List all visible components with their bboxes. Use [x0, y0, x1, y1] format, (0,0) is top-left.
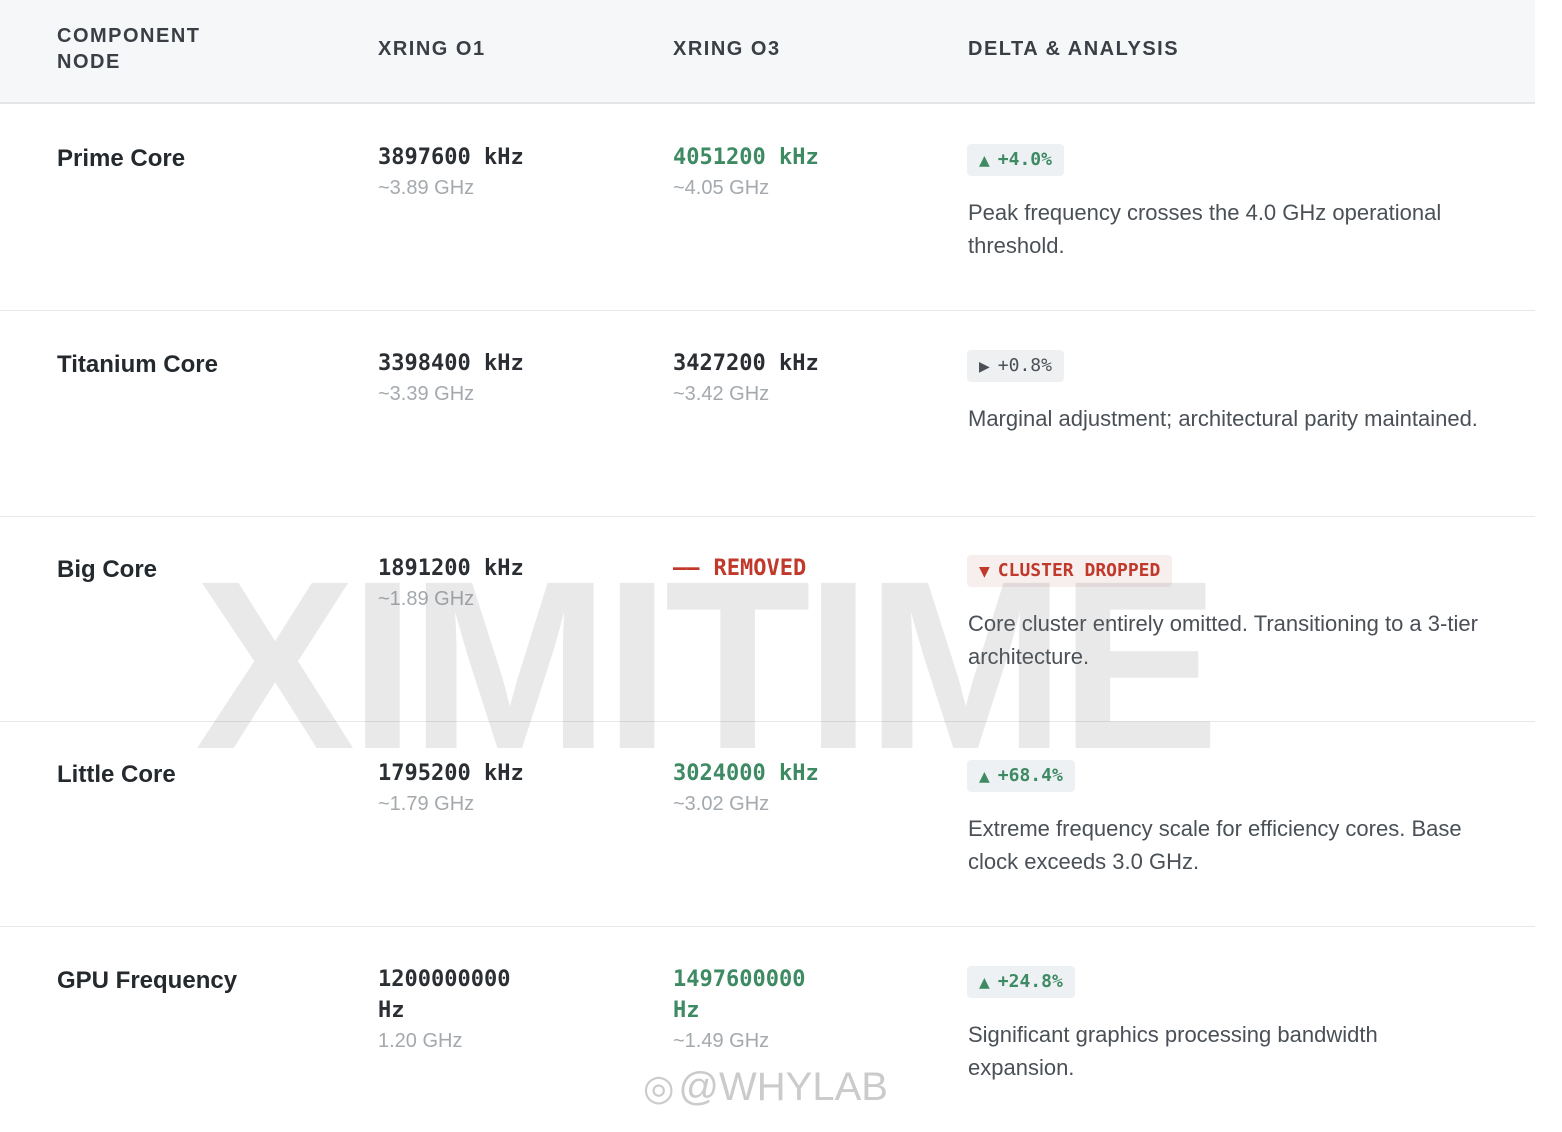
- analysis-note: Core cluster entirely omitted. Transitio…: [968, 611, 1478, 669]
- delta-badge: ▲ +4.0%: [967, 144, 1064, 176]
- removed-dash: ——: [673, 556, 700, 581]
- o3-frequency: 3024000 kHz: [673, 761, 819, 786]
- header-xring-o1: XRING O1: [378, 38, 486, 60]
- o1-ghz: ~3.89 GHz: [378, 177, 475, 199]
- analysis-note: Extreme frequency scale for efficiency c…: [968, 816, 1462, 874]
- o1-ghz: 1.20 GHz: [378, 1030, 463, 1052]
- o1-value: 1891200 kHz ~1.89 GHz: [378, 553, 578, 614]
- o3-value: 3427200 kHz ~3.42 GHz: [673, 348, 873, 409]
- o3-frequency: 4051200 kHz: [673, 145, 819, 170]
- table-row-titanium-core: Titanium Core 3398400 kHz ~3.39 GHz 3427…: [0, 310, 1535, 517]
- table-row-prime-core: Prime Core 3897600 kHz ~3.89 GHz 4051200…: [0, 104, 1535, 311]
- header-xring-o3: XRING O3: [673, 38, 781, 60]
- o1-frequency: 1891200 kHz: [378, 556, 524, 581]
- o3-frequency: 3427200 kHz: [673, 351, 819, 376]
- row-name: Big Core: [57, 556, 158, 583]
- arrow-up-icon: ▲: [979, 975, 990, 991]
- o1-ghz: ~1.89 GHz: [378, 588, 475, 610]
- o1-ghz: ~1.79 GHz: [378, 793, 475, 815]
- delta-badge: ▲ +24.8%: [967, 966, 1075, 998]
- analysis-note: Significant graphics processing bandwidt…: [968, 1022, 1378, 1080]
- o3-ghz: ~3.02 GHz: [673, 793, 770, 815]
- delta-percent: +4.0%: [997, 149, 1052, 170]
- header-delta-analysis: DELTA & ANALYSIS: [968, 38, 1180, 60]
- row-name: GPU Frequency: [57, 967, 238, 994]
- o3-value-removed: —— REMOVED: [673, 553, 823, 584]
- row-name: Little Core: [57, 761, 176, 788]
- o1-frequency: 1200000000 Hz: [378, 967, 511, 1023]
- o3-ghz: ~3.42 GHz: [673, 383, 770, 405]
- o3-value: 1497600000 Hz ~1.49 GHz: [673, 964, 823, 1056]
- arrow-up-icon: ▲: [979, 153, 990, 169]
- analysis-note: Peak frequency crosses the 4.0 GHz opera…: [968, 200, 1442, 258]
- weibo-logo-icon: ◎: [643, 1067, 675, 1108]
- row-name: Titanium Core: [57, 351, 218, 378]
- arrow-right-icon: ▶: [979, 359, 990, 375]
- o3-ghz: ~1.49 GHz: [673, 1030, 770, 1052]
- credit-watermark: ◎ @WHYLAB: [643, 1062, 888, 1113]
- delta-percent: +0.8%: [997, 355, 1052, 376]
- arrow-up-icon: ▲: [979, 769, 990, 785]
- credit-handle: @WHYLAB: [678, 1065, 888, 1109]
- o1-frequency: 3398400 kHz: [378, 351, 524, 376]
- o3-ghz: ~4.05 GHz: [673, 177, 770, 199]
- cluster-dropped-label: CLUSTER DROPPED: [997, 560, 1161, 581]
- arrow-down-icon: ▼: [979, 564, 990, 580]
- header-component-node: COMPONENT NODE: [57, 25, 201, 73]
- o1-value: 1795200 kHz ~1.79 GHz: [378, 758, 578, 819]
- table-row-little-core: Little Core 1795200 kHz ~1.79 GHz 302400…: [0, 720, 1535, 927]
- delta-percent: +24.8%: [997, 971, 1063, 992]
- o3-value: 4051200 kHz ~4.05 GHz: [673, 142, 873, 203]
- o1-frequency: 3897600 kHz: [378, 145, 524, 170]
- removed-label: REMOVED: [713, 556, 807, 581]
- o1-value: 1200000000 Hz 1.20 GHz: [378, 964, 528, 1056]
- row-name: Prime Core: [57, 145, 186, 172]
- table-header: COMPONENT NODE XRING O1 XRING O3 DELTA &…: [0, 0, 1535, 104]
- delta-badge: ▲ +68.4%: [967, 760, 1075, 792]
- analysis-note: Marginal adjustment; architectural parit…: [968, 406, 1478, 431]
- o3-frequency: 1497600000 Hz: [673, 967, 806, 1023]
- o1-value: 3398400 kHz ~3.39 GHz: [378, 348, 578, 409]
- o1-ghz: ~3.39 GHz: [378, 383, 475, 405]
- delta-percent: +68.4%: [997, 765, 1063, 786]
- o3-value: 3024000 kHz ~3.02 GHz: [673, 758, 873, 819]
- delta-badge: ▶ +0.8%: [967, 350, 1064, 382]
- delta-badge: ▼ CLUSTER DROPPED: [967, 555, 1173, 587]
- o1-frequency: 1795200 kHz: [378, 761, 524, 786]
- o1-value: 3897600 kHz ~3.89 GHz: [378, 142, 578, 203]
- table-row-big-core: Big Core 1891200 kHz ~1.89 GHz —— REMOVED…: [0, 515, 1535, 722]
